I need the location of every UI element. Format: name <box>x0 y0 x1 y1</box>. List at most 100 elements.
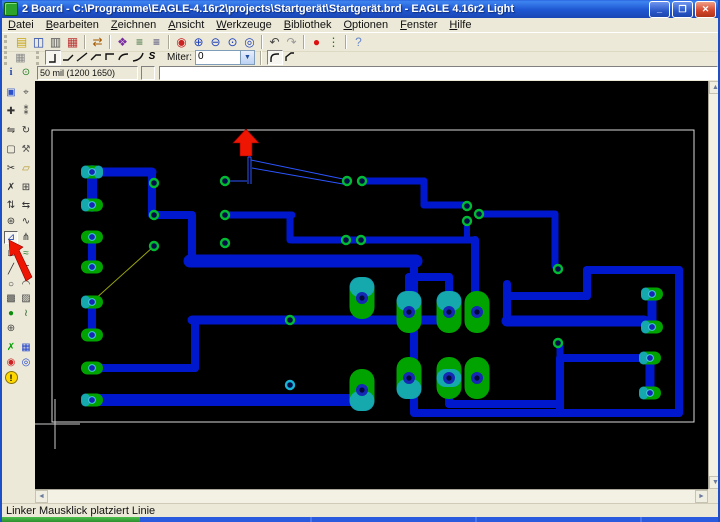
split-tool[interactable]: ∿ <box>19 215 33 228</box>
scroll-up-arrow[interactable]: ▲ <box>709 81 718 94</box>
undo-button[interactable]: ↶ <box>266 34 283 50</box>
library-button[interactable]: ❖ <box>114 34 131 50</box>
delete-tool[interactable]: ✗ <box>4 181 18 194</box>
via[interactable] <box>219 175 231 187</box>
via[interactable] <box>148 209 160 221</box>
miter-round-button[interactable] <box>267 50 283 65</box>
menu-werkzeuge[interactable]: Werkzeuge <box>210 18 277 32</box>
menu-bearbeiten[interactable]: Bearbeiten <box>40 18 105 32</box>
bend-freehand-button[interactable]: S <box>145 50 159 63</box>
zoom-out-button[interactable]: ⊖ <box>207 34 224 50</box>
bend-diag-straight-button[interactable] <box>89 50 103 63</box>
via[interactable] <box>473 208 485 220</box>
errors-check-tool[interactable]: ◎ <box>19 356 33 369</box>
optimize-tool[interactable]: ≈ <box>19 247 33 260</box>
via[interactable] <box>340 234 352 246</box>
add-tool[interactable]: ⊞ <box>19 181 33 194</box>
via[interactable] <box>148 240 160 252</box>
auto-router-tool[interactable]: ▦ <box>19 341 33 354</box>
board-canvas[interactable] <box>30 81 708 489</box>
menu-hilfe[interactable]: Hilfe <box>443 18 477 32</box>
drc-tool[interactable]: ◉ <box>4 356 18 369</box>
export-image-button[interactable]: ▦ <box>64 34 81 50</box>
bend-90-start-button[interactable] <box>103 50 117 63</box>
display-layers-tool[interactable]: ▣ <box>4 86 18 99</box>
change-tool[interactable]: ⚒ <box>19 143 33 156</box>
bend-straight-diag-button[interactable] <box>61 50 75 63</box>
mirror-tool[interactable]: ⇋ <box>4 124 18 137</box>
toolbar-grip[interactable] <box>4 50 10 65</box>
via[interactable] <box>341 175 353 187</box>
via[interactable] <box>284 314 296 326</box>
windows-taskbar[interactable] <box>2 517 718 522</box>
circle-tool[interactable]: ○ <box>4 278 18 291</box>
route-tool[interactable]: ⊿ <box>4 231 18 244</box>
minimize-button[interactable]: _ <box>649 0 670 18</box>
title-bar[interactable]: 2 Board - C:\Programme\EAGLE-4.16r2\proj… <box>2 0 718 18</box>
run-ulp-button[interactable]: ≡ <box>148 34 165 50</box>
show-tool[interactable]: ⊙ <box>19 66 33 79</box>
ripup-tool[interactable]: ⋔ <box>19 231 33 244</box>
bend-arc-1-button[interactable] <box>117 50 131 63</box>
mark-tool[interactable]: ⌖ <box>19 86 33 99</box>
group-tool[interactable]: ▢ <box>4 143 18 156</box>
polygon-tool[interactable]: ▨ <box>19 292 33 305</box>
rotate-tool[interactable]: ↻ <box>19 124 33 137</box>
menu-bibliothek[interactable]: Bibliothek <box>278 18 338 32</box>
paste-tool[interactable]: ▱ <box>19 162 33 175</box>
menu-ansicht[interactable]: Ansicht <box>162 18 210 32</box>
grid-button[interactable]: ▦ <box>13 50 28 66</box>
zoom-redraw-button[interactable]: ◎ <box>241 34 258 50</box>
toolbar-grip[interactable] <box>4 35 10 49</box>
help-button[interactable]: ? <box>350 34 367 50</box>
run-script-button[interactable]: ≡ <box>131 34 148 50</box>
traffic-light-button[interactable]: ⋮ <box>325 34 342 50</box>
zoom-in-button[interactable]: ⊕ <box>190 34 207 50</box>
layer-box[interactable] <box>141 66 155 80</box>
scroll-right-arrow[interactable]: ► <box>695 490 708 503</box>
open-button[interactable]: ▤ <box>13 34 30 50</box>
hole-tool[interactable]: ⊕ <box>4 322 18 335</box>
redo-button[interactable]: ↷ <box>283 34 300 50</box>
via[interactable] <box>461 200 473 212</box>
via[interactable] <box>148 177 160 189</box>
menu-fenster[interactable]: Fenster <box>394 18 443 32</box>
via[interactable] <box>355 234 367 246</box>
rect-tool[interactable]: ▩ <box>4 292 18 305</box>
via[interactable] <box>552 337 564 349</box>
pinswap-tool[interactable]: ⇅ <box>4 199 18 212</box>
start-button[interactable] <box>2 517 140 522</box>
vertical-scrollbar[interactable]: ▲ ▼ <box>708 81 718 489</box>
menu-datei[interactable]: Datei <box>2 18 40 32</box>
via[interactable] <box>461 215 473 227</box>
menu-zeichnen[interactable]: Zeichnen <box>105 18 162 32</box>
smash-tool[interactable]: ⊛ <box>4 215 18 228</box>
bend-arc-2-button[interactable] <box>131 50 145 63</box>
chevron-down-icon[interactable]: ▼ <box>240 51 254 64</box>
via[interactable] <box>219 209 231 221</box>
via-highlight[interactable] <box>284 379 296 391</box>
via[interactable] <box>356 175 368 187</box>
toolbar-grip[interactable] <box>36 50 42 65</box>
bend-diagonal-button[interactable] <box>75 50 89 63</box>
text-tool[interactable]: T <box>19 263 33 276</box>
switch-board-schematic-button[interactable]: ⇄ <box>89 34 106 50</box>
arc-tool[interactable]: ◠ <box>19 278 33 291</box>
info-tool[interactable]: i <box>4 66 18 79</box>
zoom-fit-button[interactable]: ◉ <box>173 34 190 50</box>
miter-dropdown[interactable]: 0 ▼ <box>195 50 255 65</box>
copy-tool[interactable]: ⁑ <box>19 105 33 118</box>
signal-tool[interactable]: ≀ <box>19 307 33 320</box>
via[interactable] <box>219 237 231 249</box>
move-tool[interactable]: ✚ <box>4 105 18 118</box>
scroll-left-arrow[interactable]: ◄ <box>35 490 48 503</box>
bend-90-end-button[interactable] <box>45 50 61 65</box>
via-tool[interactable]: ● <box>4 307 18 320</box>
zoom-select-button[interactable]: ⊙ <box>224 34 241 50</box>
stop-button[interactable]: ● <box>308 34 325 50</box>
menu-optionen[interactable]: Optionen <box>337 18 394 32</box>
print-button[interactable]: ▥ <box>47 34 64 50</box>
ratsnest-tool[interactable]: ✗ <box>4 341 18 354</box>
cut-tool[interactable]: ✂ <box>4 162 18 175</box>
airwire[interactable] <box>92 246 154 302</box>
